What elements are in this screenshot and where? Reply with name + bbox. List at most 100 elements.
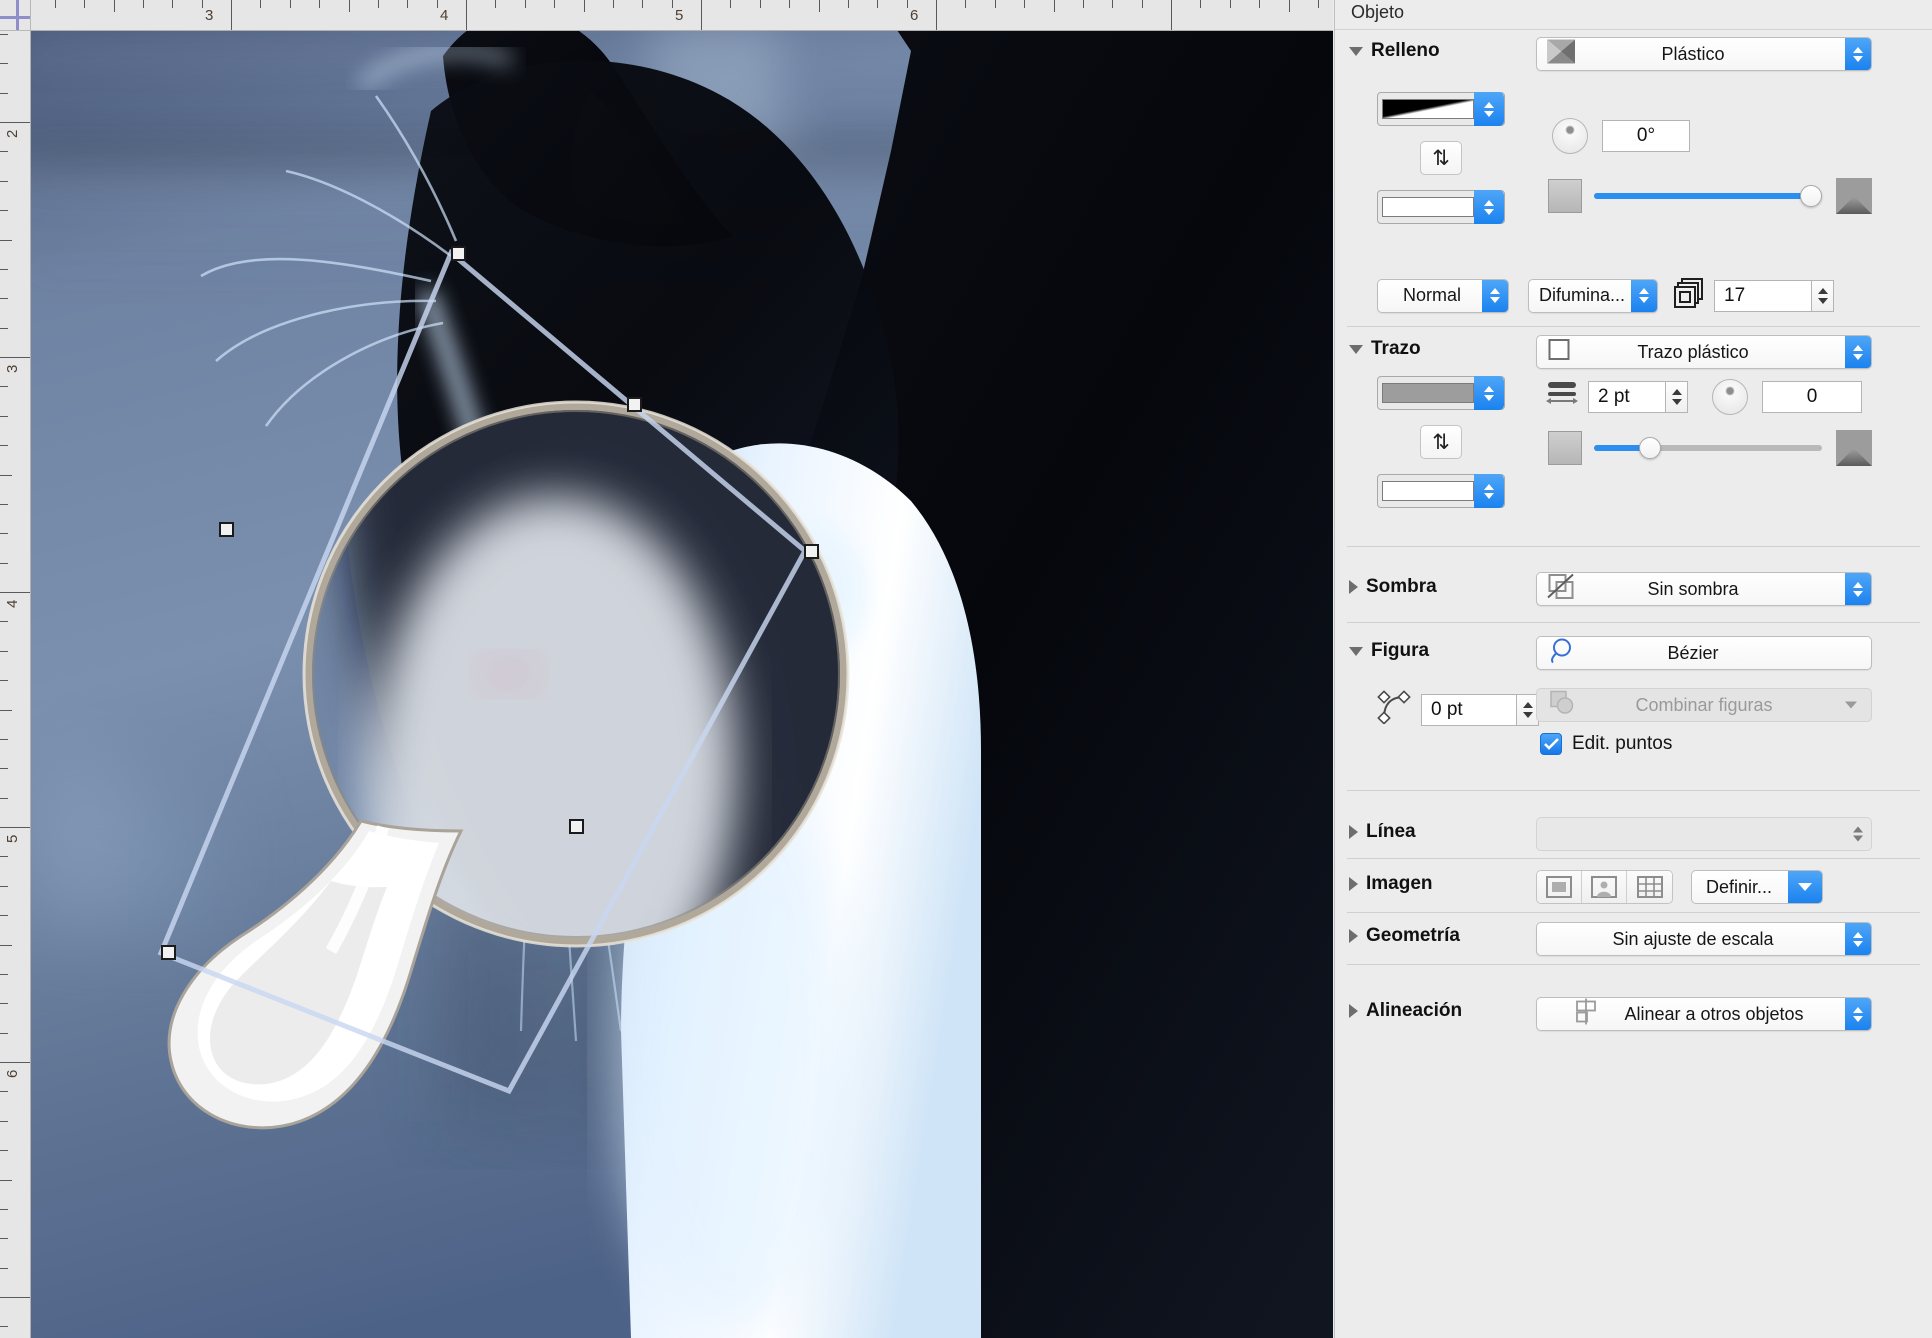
disclosure-triangle-linea[interactable] xyxy=(1349,825,1358,839)
ruler-tick xyxy=(0,1120,8,1122)
section-header-figura[interactable]: Figura xyxy=(1349,640,1429,662)
disclosure-triangle-sombra[interactable] xyxy=(1349,580,1358,594)
blend-mode-popup[interactable]: Normal xyxy=(1377,278,1509,313)
fill-effect-amount-field[interactable]: 17 xyxy=(1714,279,1812,312)
ruler-tick xyxy=(701,0,702,30)
image-define-button[interactable]: Definir... xyxy=(1691,870,1823,904)
stroke-type-popup[interactable]: Trazo plástico xyxy=(1536,335,1872,369)
vertical-ruler[interactable]: 2 3 4 5 6 xyxy=(0,31,31,1338)
stroke-width-stepper[interactable] xyxy=(1666,380,1688,413)
section-header-alineacion[interactable]: Alineación xyxy=(1349,1000,1462,1022)
align-objects-icon xyxy=(1573,998,1599,1030)
ruler-tick xyxy=(113,0,115,12)
edit-points-row[interactable]: Edit. puntos xyxy=(1540,733,1672,755)
stroke-width-field[interactable]: 2 pt xyxy=(1588,380,1666,413)
chevron-down-icon xyxy=(1845,701,1857,709)
ruler-tick xyxy=(906,0,908,8)
canvas-area[interactable] xyxy=(31,31,1333,1338)
geometry-scale-popup[interactable]: Sin ajuste de escala xyxy=(1536,922,1872,956)
fill-second-color-well[interactable] xyxy=(1377,190,1505,224)
section-label-sombra: Sombra xyxy=(1366,576,1437,597)
stroke-color-stepper-arrows[interactable] xyxy=(1474,376,1504,410)
stroke-swap-colors-button[interactable]: ⇅ xyxy=(1420,425,1462,459)
section-header-trazo[interactable]: Trazo xyxy=(1349,338,1421,360)
line-type-stepper-arrows[interactable] xyxy=(1853,826,1863,842)
shadow-type-stepper-arrows[interactable] xyxy=(1845,573,1871,605)
ruler-tick xyxy=(319,0,321,8)
ruler-tick xyxy=(0,445,8,447)
alignment-stepper-arrows[interactable] xyxy=(1845,998,1871,1030)
selection-handle-right-lower[interactable] xyxy=(804,544,819,559)
section-header-geometria[interactable]: Geometría xyxy=(1349,925,1460,947)
fill-swap-colors-button[interactable]: ⇅ xyxy=(1420,141,1462,175)
fill-angle-field[interactable]: 0° xyxy=(1602,120,1690,152)
fill-effect-popup[interactable]: Difumina... xyxy=(1528,278,1658,313)
edit-points-label: Edit. puntos xyxy=(1572,733,1673,754)
line-type-popup[interactable] xyxy=(1536,817,1872,851)
ruler-origin-hline xyxy=(0,16,30,19)
combine-shapes-popup: Combinar figuras xyxy=(1536,688,1872,722)
fill-type-popup[interactable]: Plástico xyxy=(1536,37,1872,71)
alignment-popup[interactable]: Alinear a otros objetos xyxy=(1536,997,1872,1031)
stroke-opacity-slider[interactable] xyxy=(1594,436,1822,460)
geometry-scale-stepper-arrows[interactable] xyxy=(1845,923,1871,955)
stroke-angle-dial[interactable] xyxy=(1712,378,1748,415)
disclosure-triangle-figura[interactable] xyxy=(1349,646,1363,656)
stroke-color-well[interactable] xyxy=(1377,376,1505,410)
disclosure-triangle-alineacion[interactable] xyxy=(1349,1004,1358,1018)
grid-icon[interactable] xyxy=(1627,871,1672,903)
disclosure-triangle-imagen[interactable] xyxy=(1349,877,1358,891)
ruler-tick xyxy=(142,0,144,8)
ruler-label-v: 6 xyxy=(4,1069,21,1078)
stroke-type-stepper-arrows[interactable] xyxy=(1845,336,1871,368)
fill-effect-amount-stepper[interactable] xyxy=(1812,279,1834,312)
ruler-tick xyxy=(730,0,732,8)
image-frame-icon[interactable] xyxy=(1537,871,1582,903)
fill-opacity-slider[interactable] xyxy=(1594,184,1822,208)
image-mode-segmented-control[interactable] xyxy=(1536,870,1673,904)
ruler-tick xyxy=(965,0,967,8)
fill-type-stepper-arrows[interactable] xyxy=(1845,38,1871,70)
fill-gradient-color-well[interactable] xyxy=(1377,92,1505,126)
selection-handle-right-upper[interactable] xyxy=(627,397,642,412)
ruler-tick xyxy=(84,0,86,8)
section-header-sombra[interactable]: Sombra xyxy=(1349,576,1437,598)
ruler-tick xyxy=(671,0,673,8)
ruler-tick xyxy=(0,151,8,153)
horizontal-ruler[interactable]: 3 4 5 6 xyxy=(31,0,1333,31)
image-define-label: Definir... xyxy=(1706,876,1773,897)
selection-handle-bottom-left[interactable] xyxy=(161,945,176,960)
fill-slider-min-icon xyxy=(1548,179,1582,213)
fill-gradient-stepper-arrows[interactable] xyxy=(1474,92,1504,126)
stroke-angle-field[interactable]: 0 xyxy=(1762,380,1862,413)
disclosure-triangle-trazo[interactable] xyxy=(1349,344,1363,354)
portrait-icon[interactable] xyxy=(1582,871,1627,903)
blend-mode-stepper-arrows[interactable] xyxy=(1482,279,1508,312)
stroke-second-stepper-arrows[interactable] xyxy=(1474,474,1504,508)
fill-second-stepper-arrows[interactable] xyxy=(1474,190,1504,224)
selection-handle-top[interactable] xyxy=(451,246,466,261)
cat-photo xyxy=(31,31,1333,1338)
disclosure-triangle-geometria[interactable] xyxy=(1349,929,1358,943)
section-header-imagen[interactable]: Imagen xyxy=(1349,873,1433,895)
edit-points-checkbox[interactable] xyxy=(1540,733,1562,755)
line-weights-icon[interactable] xyxy=(1546,378,1578,415)
corner-radius-field[interactable]: 0 pt xyxy=(1421,693,1517,726)
ruler-tick xyxy=(0,856,8,858)
stroke-slider-min-icon xyxy=(1548,431,1582,465)
shadow-type-popup[interactable]: Sin sombra xyxy=(1536,572,1872,606)
image-define-chevron-icon[interactable] xyxy=(1788,871,1822,903)
divider-trazo xyxy=(1347,546,1920,547)
section-header-linea[interactable]: Línea xyxy=(1349,821,1416,843)
section-header-relleno[interactable]: Relleno xyxy=(1349,40,1440,62)
shape-type-popup[interactable]: Bézier xyxy=(1536,636,1872,670)
ruler-origin-icon[interactable] xyxy=(0,0,31,31)
disclosure-triangle-relleno[interactable] xyxy=(1349,46,1363,56)
fill-effect-value: Difumina... xyxy=(1538,285,1626,305)
stroke-second-color-well[interactable] xyxy=(1377,474,1505,508)
selection-handle-left[interactable] xyxy=(219,522,234,537)
fill-angle-dial[interactable] xyxy=(1552,118,1588,154)
shape-type-value: Bézier xyxy=(1667,642,1719,663)
selection-handle-bottom-mid[interactable] xyxy=(569,819,584,834)
fill-effect-stepper-arrows[interactable] xyxy=(1631,279,1657,312)
